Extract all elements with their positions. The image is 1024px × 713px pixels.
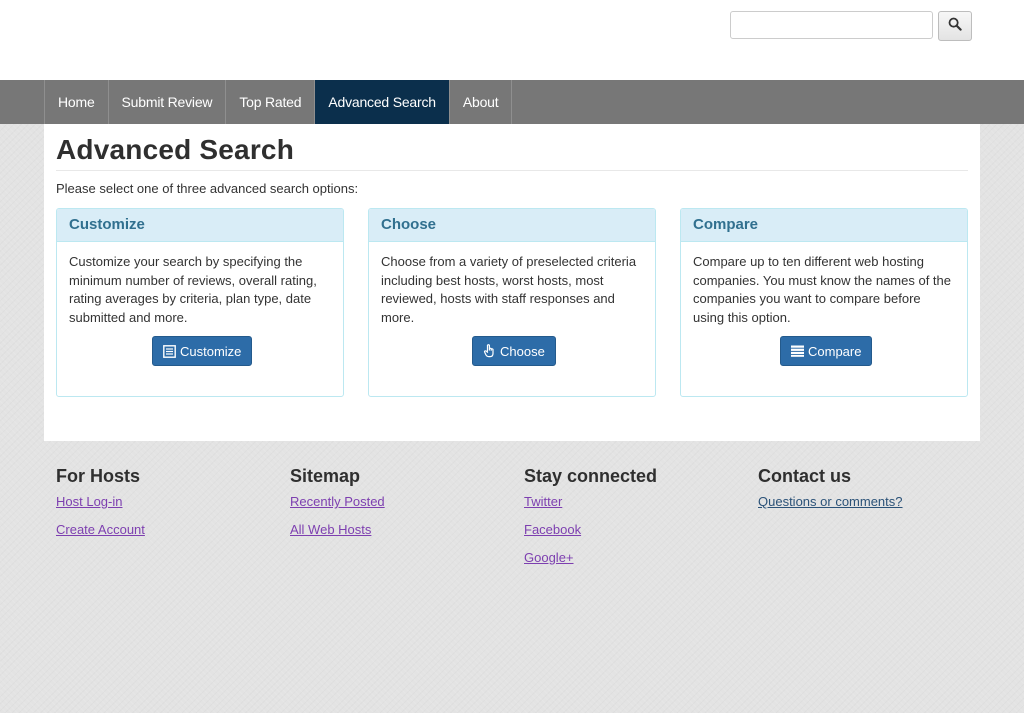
compare-panel: Compare Compare up to ten different web … <box>680 208 968 397</box>
footer-heading: Stay connected <box>524 466 658 486</box>
footer-heading: Contact us <box>758 466 852 486</box>
footer-link-create-account[interactable]: Create Account <box>56 522 145 538</box>
hand-pointer-icon <box>483 344 496 358</box>
nav-list: Home Submit Review Top Rated Advanced Se… <box>44 80 513 124</box>
search-input[interactable] <box>730 11 933 39</box>
footer-link-google-plus[interactable]: Google+ <box>524 550 657 566</box>
panel-body: Customize your search by specifying the … <box>69 254 317 325</box>
nav-item-submit-review[interactable]: Submit Review <box>109 80 227 124</box>
footer-column-sitemap: Sitemap Recently Posted All Web Hosts <box>290 466 385 550</box>
footer-link-all-web-hosts[interactable]: All Web Hosts <box>290 522 385 538</box>
footer-link-recently-posted[interactable]: Recently Posted <box>290 494 385 510</box>
choose-button[interactable]: Choose <box>472 336 556 366</box>
customize-panel: Customize Customize your search by speci… <box>56 208 344 397</box>
footer-link-questions-or-comments[interactable]: Questions or comments? <box>758 494 903 510</box>
panel-heading: Choose <box>369 209 655 242</box>
panel-body: Choose from a variety of preselected cri… <box>381 254 637 325</box>
footer-link-host-login[interactable]: Host Log-in <box>56 494 145 510</box>
footer-column-for-hosts: For Hosts Host Log-in Create Account <box>56 466 145 550</box>
customize-button-label: Customize <box>180 343 242 359</box>
list-alt-icon <box>163 344 176 358</box>
main-navbar: Home Submit Review Top Rated Advanced Se… <box>0 80 1024 124</box>
choose-panel: Choose Choose from a variety of preselec… <box>368 208 656 397</box>
choose-button-label: Choose <box>500 343 545 359</box>
footer-column-contact-us: Contact us Questions or comments? <box>758 466 903 522</box>
main-content: Advanced Search Please select one of thr… <box>44 124 980 441</box>
nav-item-top-rated[interactable]: Top Rated <box>226 80 316 124</box>
panel-body: Compare up to ten different web hosting … <box>693 254 951 325</box>
site-header <box>0 0 1024 80</box>
search-button[interactable] <box>938 11 972 41</box>
footer-link-facebook[interactable]: Facebook <box>524 522 657 538</box>
title-divider <box>56 170 968 171</box>
page-title: Advanced Search <box>56 134 294 165</box>
customize-button[interactable]: Customize <box>152 336 253 366</box>
compare-button[interactable]: Compare <box>780 336 873 366</box>
footer-heading: Sitemap <box>290 466 361 486</box>
footer-heading: For Hosts <box>56 466 141 486</box>
nav-item-home[interactable]: Home <box>45 80 109 124</box>
nav-item-advanced-search[interactable]: Advanced Search <box>315 80 450 124</box>
panel-heading: Compare <box>681 209 967 242</box>
search-icon <box>948 17 962 36</box>
nav-item-about[interactable]: About <box>450 80 513 124</box>
footer-column-stay-connected: Stay connected Twitter Facebook Google+ <box>524 466 657 578</box>
intro-text: Please select one of three advanced sear… <box>56 181 359 196</box>
list-icon <box>791 345 804 357</box>
panel-heading: Customize <box>57 209 343 242</box>
compare-button-label: Compare <box>808 343 862 359</box>
footer-link-twitter[interactable]: Twitter <box>524 494 657 510</box>
